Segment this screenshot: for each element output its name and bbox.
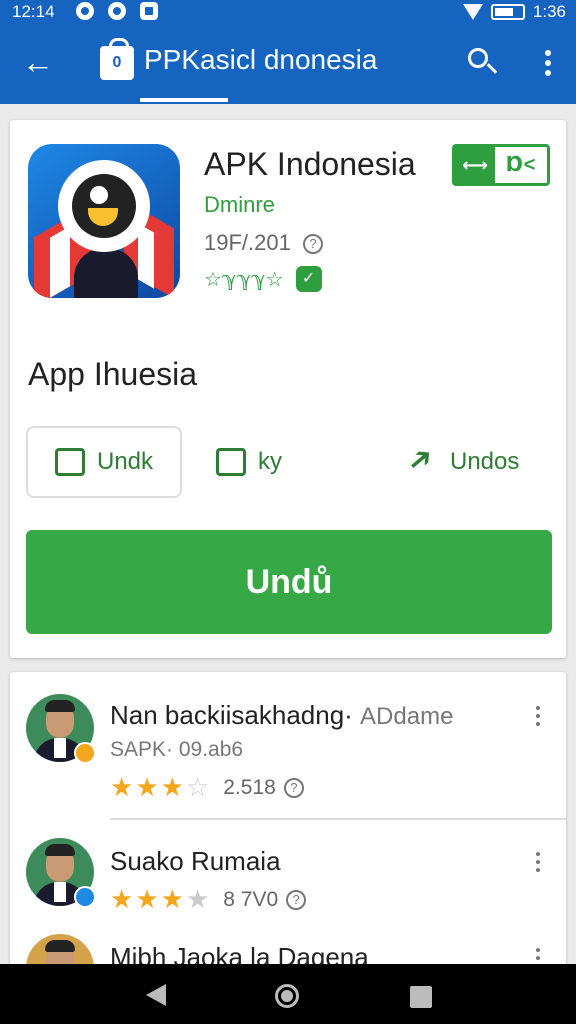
review-stars: ★ ★ ★ ★ 8 7V0 ?: [110, 884, 307, 915]
nav-back-icon[interactable]: [146, 984, 166, 1006]
search-icon[interactable]: [464, 44, 500, 80]
help-icon[interactable]: ?: [302, 234, 323, 255]
option-label: ky: [258, 448, 282, 475]
nav-home-icon[interactable]: [275, 984, 299, 1008]
star-icon: ☆: [185, 772, 210, 802]
nav-recent-icon[interactable]: [410, 986, 432, 1008]
app-bar: ← 0 PPKasicl dnonesia: [0, 30, 576, 102]
rating-row: ☆ℽℽℽ☆ ✓: [204, 266, 322, 292]
notification-icon: [140, 2, 158, 20]
list-item[interactable]: Suako Rumaia ★ ★ ★ ★ 8 7V0 ?: [10, 824, 566, 924]
review-name: Suako Rumaia: [110, 846, 281, 876]
tab-indicator: [140, 98, 228, 102]
option-label: Undos: [450, 448, 520, 475]
back-arrow-icon[interactable]: ←: [20, 44, 56, 80]
app-detail-card: APK Indonesia ⟷ Ɒ< Dminre 19F/.201 ? ☆ℽℽ…: [10, 120, 566, 658]
status-bar: 12:14 1:36: [0, 0, 576, 24]
arrow-icon: [408, 448, 438, 476]
star-icon: ★: [185, 884, 210, 914]
star-icon: ★: [135, 772, 159, 802]
battery-icon: [490, 4, 525, 20]
reviews-card: Nan backiisakhadng· ADdame SAPK· 09.ab6 …: [10, 672, 566, 972]
option-label: Undk: [96, 448, 154, 475]
more-vertical-icon[interactable]: [538, 50, 558, 80]
star-icon: ★: [160, 772, 184, 802]
install-button[interactable]: Undů: [26, 530, 552, 634]
review-stars: ★ ★ ★ ☆ 2.518 ?: [110, 772, 304, 803]
app-logo-icon: [28, 144, 180, 298]
wifi-icon: [462, 4, 483, 20]
more-vertical-icon[interactable]: [534, 706, 542, 730]
status-time: 12:14: [12, 2, 55, 21]
shopping-bag-icon[interactable]: 0: [100, 38, 134, 80]
option-tv[interactable]: ky: [216, 426, 282, 498]
install-badge[interactable]: ⟷ Ɒ<: [452, 144, 550, 186]
list-item[interactable]: Nan backiisakhadng· ADdame SAPK· 09.ab6 …: [10, 672, 566, 812]
option-share[interactable]: Undos: [408, 426, 519, 498]
review-tag: ADdame: [360, 703, 454, 730]
review-subtitle: SAPK· 09.ab6: [110, 738, 244, 761]
option-download[interactable]: Undk: [26, 426, 182, 498]
app-date: 19F/.201 ?: [204, 230, 323, 256]
developer-link[interactable]: Dminre: [204, 192, 275, 218]
review-name: Nan backiisakhadng· ADdame: [110, 700, 454, 730]
app-name: APK Indonesia: [204, 146, 416, 182]
download-box-icon: [54, 448, 85, 476]
system-nav-bar: [0, 964, 576, 1024]
status-clock: 1:36: [532, 2, 566, 21]
install-badge-label: Ɒ<: [506, 154, 536, 176]
tv-icon: [216, 448, 246, 476]
star-icon: ★: [160, 884, 184, 914]
verified-icon: [74, 886, 96, 908]
rating-stars: ☆ℽℽℽ☆: [204, 268, 284, 291]
shield-check-icon: ✓: [295, 266, 322, 292]
divider: [110, 818, 566, 820]
notification-icon: [108, 2, 126, 20]
swap-icon: ⟷: [455, 147, 495, 183]
help-icon[interactable]: ?: [286, 889, 307, 910]
star-icon: ★: [135, 884, 159, 914]
app-date-text: 19F/.201: [204, 230, 291, 255]
star-icon: ★: [110, 884, 134, 914]
more-vertical-icon[interactable]: [534, 852, 542, 876]
app-subtitle: App Ihuesia: [28, 356, 198, 392]
page-title: PPKasicl dnonesia: [144, 44, 378, 75]
review-count: 8 7V0: [223, 887, 279, 911]
notification-icon: [76, 2, 94, 20]
review-count: 2.518: [223, 775, 276, 799]
top-app-bar: 12:14 1:36 ← 0 PPKasicl dnonesia: [0, 0, 576, 104]
star-icon: ★: [110, 772, 134, 802]
badge-icon: [74, 742, 96, 764]
help-icon[interactable]: ?: [283, 777, 304, 798]
